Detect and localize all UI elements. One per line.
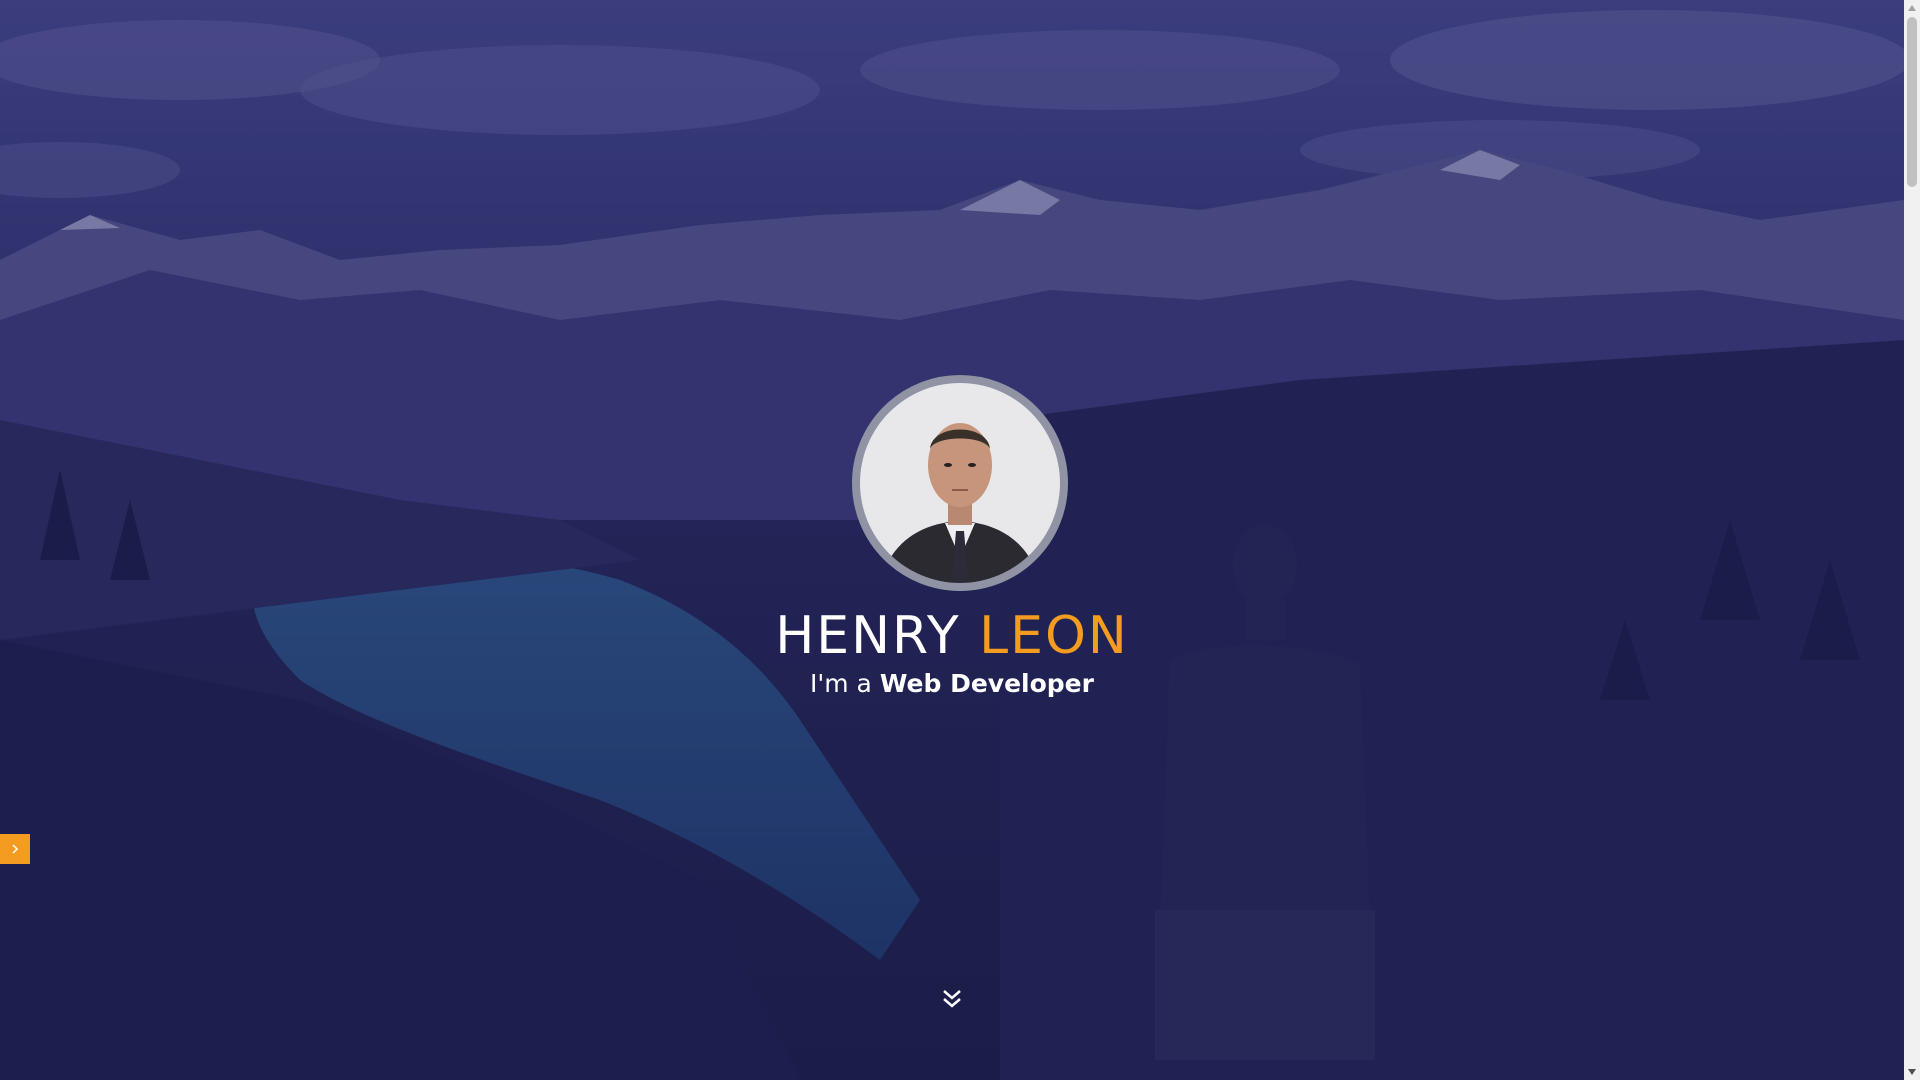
- scroll-up-arrow-icon[interactable]: [1904, 0, 1920, 16]
- vertical-scrollbar[interactable]: [1904, 0, 1920, 1080]
- side-menu-toggle-button[interactable]: [0, 834, 30, 864]
- chevron-right-icon: [12, 844, 19, 854]
- hero-name: HENRY LEON: [0, 602, 1904, 670]
- hero-tagline: I'm a Web Developer: [0, 664, 1904, 704]
- scroll-down-button[interactable]: [938, 986, 966, 1012]
- double-chevron-down-icon: [943, 990, 961, 1008]
- hero-name-last: LEON: [979, 606, 1129, 666]
- scrollbar-thumb[interactable]: [1907, 17, 1917, 187]
- profile-photo: [860, 383, 1060, 583]
- page: HENRY LEON I'm a Web Developer: [0, 0, 1920, 1080]
- tagline-role: Web Developer: [879, 669, 1094, 698]
- hero-name-first: HENRY: [775, 606, 961, 666]
- profile-avatar: [852, 375, 1068, 591]
- tagline-prefix: I'm a: [810, 669, 872, 698]
- scroll-down-arrow-icon[interactable]: [1904, 1064, 1920, 1080]
